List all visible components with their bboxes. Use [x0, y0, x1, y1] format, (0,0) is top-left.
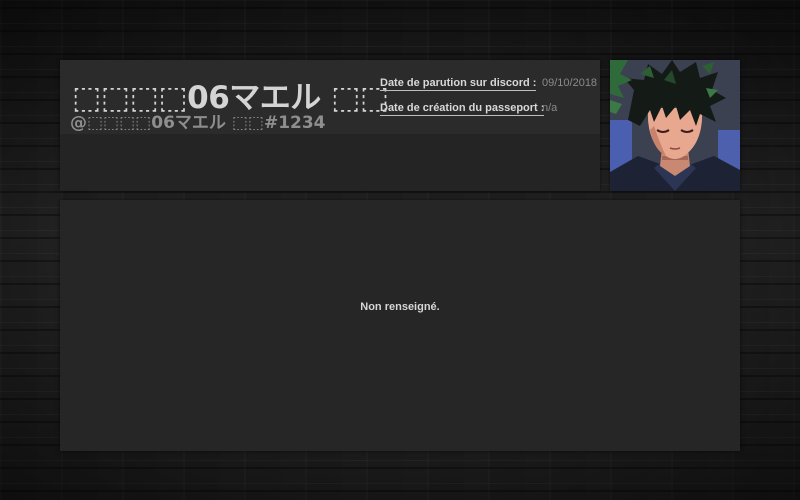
profile-header-panel: ⬚⬚⬚⬚06マエル ⬚⬚ @⬚⬚⬚⬚06マエル ⬚⬚#1234 Date de …: [60, 60, 600, 191]
anime-character-avatar-icon: [610, 60, 740, 191]
info-value: n/a: [542, 102, 558, 114]
bio-panel: Non renseigné.: [60, 200, 740, 451]
bio-empty-text: Non renseigné.: [360, 301, 440, 313]
info-value: 09/10/2018: [542, 77, 598, 89]
avatar: [610, 60, 740, 191]
user-handle: @⬚⬚⬚⬚06マエル ⬚⬚#1234: [70, 113, 326, 133]
info-label: Date de parution sur discord :: [380, 77, 537, 91]
info-label: Date de création du passeport :: [380, 102, 545, 116]
